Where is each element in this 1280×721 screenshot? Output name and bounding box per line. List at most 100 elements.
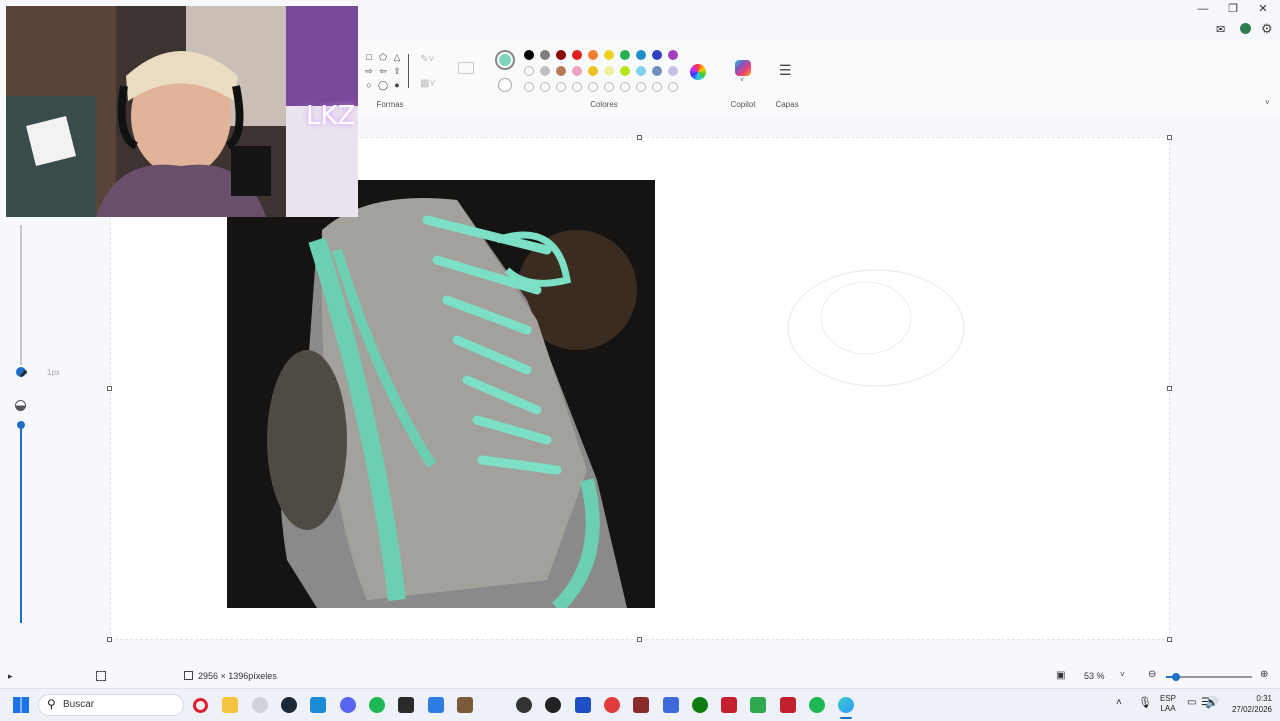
edit-colors-icon[interactable] (690, 64, 706, 80)
app-icon-15[interactable] (633, 697, 649, 713)
color-swatch[interactable] (636, 66, 646, 76)
color-swatch[interactable] (668, 66, 678, 76)
spotify-icon-2[interactable] (809, 697, 825, 713)
triangle-shape-icon[interactable]: △ (392, 52, 402, 62)
resize-handle-ml[interactable] (107, 386, 112, 391)
resize-handle-tm[interactable] (637, 135, 642, 140)
app-icon-18[interactable] (721, 697, 737, 713)
speech-shape-icon[interactable]: ● (392, 80, 402, 90)
app-icon-8[interactable] (398, 697, 414, 713)
color-swatch[interactable] (620, 82, 630, 92)
zoom-slider-thumb[interactable] (1172, 673, 1180, 681)
oval-callout-shape-icon[interactable]: ◯ (378, 80, 388, 90)
app-icon-5[interactable] (310, 697, 326, 713)
resize-handle-mr[interactable] (1167, 386, 1172, 391)
arrow-up-shape-icon[interactable]: ⇧ (392, 66, 402, 76)
display-icon[interactable]: ▭ (1187, 697, 1196, 708)
opacity-track[interactable] (20, 428, 22, 623)
account-avatar[interactable] (1240, 23, 1251, 34)
color-swatch[interactable] (556, 82, 566, 92)
taskbar-search-box[interactable]: ⚲ Buscar (38, 694, 184, 716)
microphone-icon[interactable]: 🎙 (1138, 696, 1152, 709)
zoom-in-icon[interactable]: ⊕ (1260, 669, 1268, 680)
share-icon[interactable]: ✉ (1216, 23, 1225, 36)
arrow-left-shape-icon[interactable]: ⇦ (378, 66, 388, 76)
app-icon-14[interactable] (604, 697, 620, 713)
resize-handle-bl[interactable] (107, 637, 112, 642)
color-swatch[interactable] (604, 82, 614, 92)
steam-icon[interactable] (281, 697, 297, 713)
paint-icon[interactable] (838, 697, 854, 713)
layers-icon[interactable]: ☰ (779, 62, 792, 79)
clock[interactable]: 0:31 27/02/2026 (1222, 693, 1272, 715)
app-icon-13[interactable] (575, 697, 591, 713)
color-swatch[interactable] (524, 50, 534, 60)
app-icon-19[interactable] (750, 697, 766, 713)
polygon-shape-icon[interactable]: ⬠ (378, 52, 388, 62)
color-swatch[interactable] (572, 50, 582, 60)
close-button[interactable]: ✕ (1248, 2, 1278, 16)
color-swatch[interactable] (588, 66, 598, 76)
copilot-icon[interactable] (735, 60, 751, 76)
app-icon-20[interactable] (780, 697, 796, 713)
app-icon-3[interactable] (252, 697, 268, 713)
color-swatch[interactable] (588, 82, 598, 92)
pasted-shoe-photo[interactable] (227, 180, 655, 608)
callout-shape-icon[interactable]: ○ (364, 80, 374, 90)
color-swatch[interactable] (540, 66, 550, 76)
outline-icon[interactable]: ✎˅ (420, 54, 434, 65)
color-swatch[interactable] (524, 82, 534, 92)
opera-icon[interactable] (193, 698, 208, 713)
color-swatch[interactable] (572, 82, 582, 92)
primary-color-selected[interactable] (495, 50, 515, 70)
app-icon-12[interactable] (545, 697, 561, 713)
windows-start-icon[interactable] (13, 697, 29, 713)
shapes-gallery[interactable]: □ ⬠ △ ⇨ ⇦ ⇧ ○ ◯ ● (362, 52, 406, 92)
volume-icon[interactable]: 🔊 (1205, 696, 1219, 709)
input-language[interactable]: ESP LAA (1160, 694, 1176, 714)
color-swatch[interactable] (604, 66, 614, 76)
app-icon-11[interactable] (516, 697, 532, 713)
color-swatch[interactable] (524, 66, 534, 76)
resize-handle-tr[interactable] (1167, 135, 1172, 140)
tray-chevron-up-icon[interactable]: ˄ (1116, 697, 1122, 708)
color-swatch[interactable] (556, 50, 566, 60)
brush-size-track-upper[interactable] (20, 225, 22, 365)
color-swatch[interactable] (668, 50, 678, 60)
color-swatch[interactable] (556, 66, 566, 76)
app-icon-16[interactable] (663, 697, 679, 713)
color-swatch[interactable] (636, 82, 646, 92)
fit-to-window-icon[interactable]: ▣ (1056, 670, 1065, 681)
restore-button[interactable]: ❐ (1218, 2, 1248, 16)
arrow-right-shape-icon[interactable]: ⇨ (364, 66, 374, 76)
color-swatch[interactable] (540, 50, 550, 60)
color-swatch[interactable] (588, 50, 598, 60)
secondary-color[interactable] (498, 78, 512, 92)
ribbon-collapse-chevron-icon[interactable]: ˅ (1265, 98, 1270, 107)
spotify-icon[interactable] (369, 697, 385, 713)
notepad-icon[interactable] (428, 697, 444, 713)
color-swatch[interactable] (572, 66, 582, 76)
rectangle-shape-icon[interactable]: □ (364, 52, 374, 62)
fill-icon[interactable]: ▩˅ (420, 78, 435, 89)
color-swatch[interactable] (652, 50, 662, 60)
color-swatch[interactable] (668, 82, 678, 92)
copilot-dropdown-chevron-icon[interactable]: ˅ (740, 77, 744, 84)
resize-handle-br[interactable] (1167, 637, 1172, 642)
color-swatch[interactable] (620, 66, 630, 76)
color-swatch[interactable] (540, 82, 550, 92)
color-swatch[interactable] (652, 82, 662, 92)
discord-icon[interactable] (340, 697, 356, 713)
minimize-button[interactable]: — (1188, 2, 1218, 16)
color-swatch[interactable] (604, 50, 614, 60)
color-swatch[interactable] (620, 50, 630, 60)
color-swatch[interactable] (636, 50, 646, 60)
app-icon-10[interactable] (457, 697, 473, 713)
color-swatch[interactable] (652, 66, 662, 76)
resize-handle-bm[interactable] (637, 637, 642, 642)
shape-options-icon[interactable] (458, 62, 474, 74)
zoom-level-select[interactable]: 53 % ˅ (1078, 668, 1130, 683)
file-explorer-icon[interactable] (222, 697, 238, 713)
zoom-out-icon[interactable]: ⊖ (1148, 669, 1156, 680)
xbox-icon[interactable] (692, 697, 708, 713)
